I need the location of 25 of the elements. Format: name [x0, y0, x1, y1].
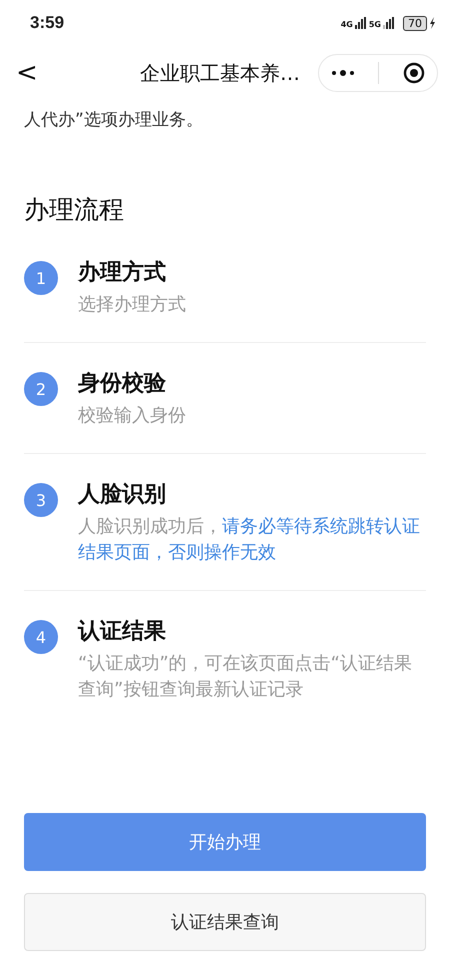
step-description: 人脸识别成功后，请务必等待系统跳转认证结果页面，否则操作无效 [78, 515, 421, 565]
step-number: 3 [24, 483, 58, 517]
status-time: 3:59 [30, 13, 64, 33]
back-button[interactable]: < [0, 58, 50, 88]
step-number: 2 [24, 372, 58, 406]
step-title: 人脸识别 [78, 481, 167, 509]
step-number: 1 [24, 261, 58, 295]
step-title: 身份校验 [78, 370, 167, 398]
step-description: “认证成功”的，可在该页面点击“认证结果查询”按钮查询最新认证记录 [78, 652, 413, 702]
step-description: 校验输入身份 [78, 404, 186, 428]
charging-icon [429, 17, 436, 29]
page-title: 企业职工基本养… [140, 60, 300, 86]
network-label: 5G [368, 20, 381, 28]
query-button[interactable]: 认证结果查询 [24, 893, 426, 951]
step-title: 认证结果 [78, 618, 167, 646]
signal-icon [383, 17, 395, 29]
section-title: 办理流程 [24, 194, 125, 226]
battery-level: 70 [403, 16, 427, 30]
step-description: 选择办理方式 [78, 293, 186, 317]
step-title: 办理方式 [78, 258, 167, 287]
signal-icon [354, 17, 367, 29]
step-number: 4 [24, 620, 58, 654]
intro-text: 人代办”选项办理业务。 [24, 109, 204, 131]
more-icon[interactable] [330, 69, 355, 77]
network-label: 4G [340, 20, 353, 28]
